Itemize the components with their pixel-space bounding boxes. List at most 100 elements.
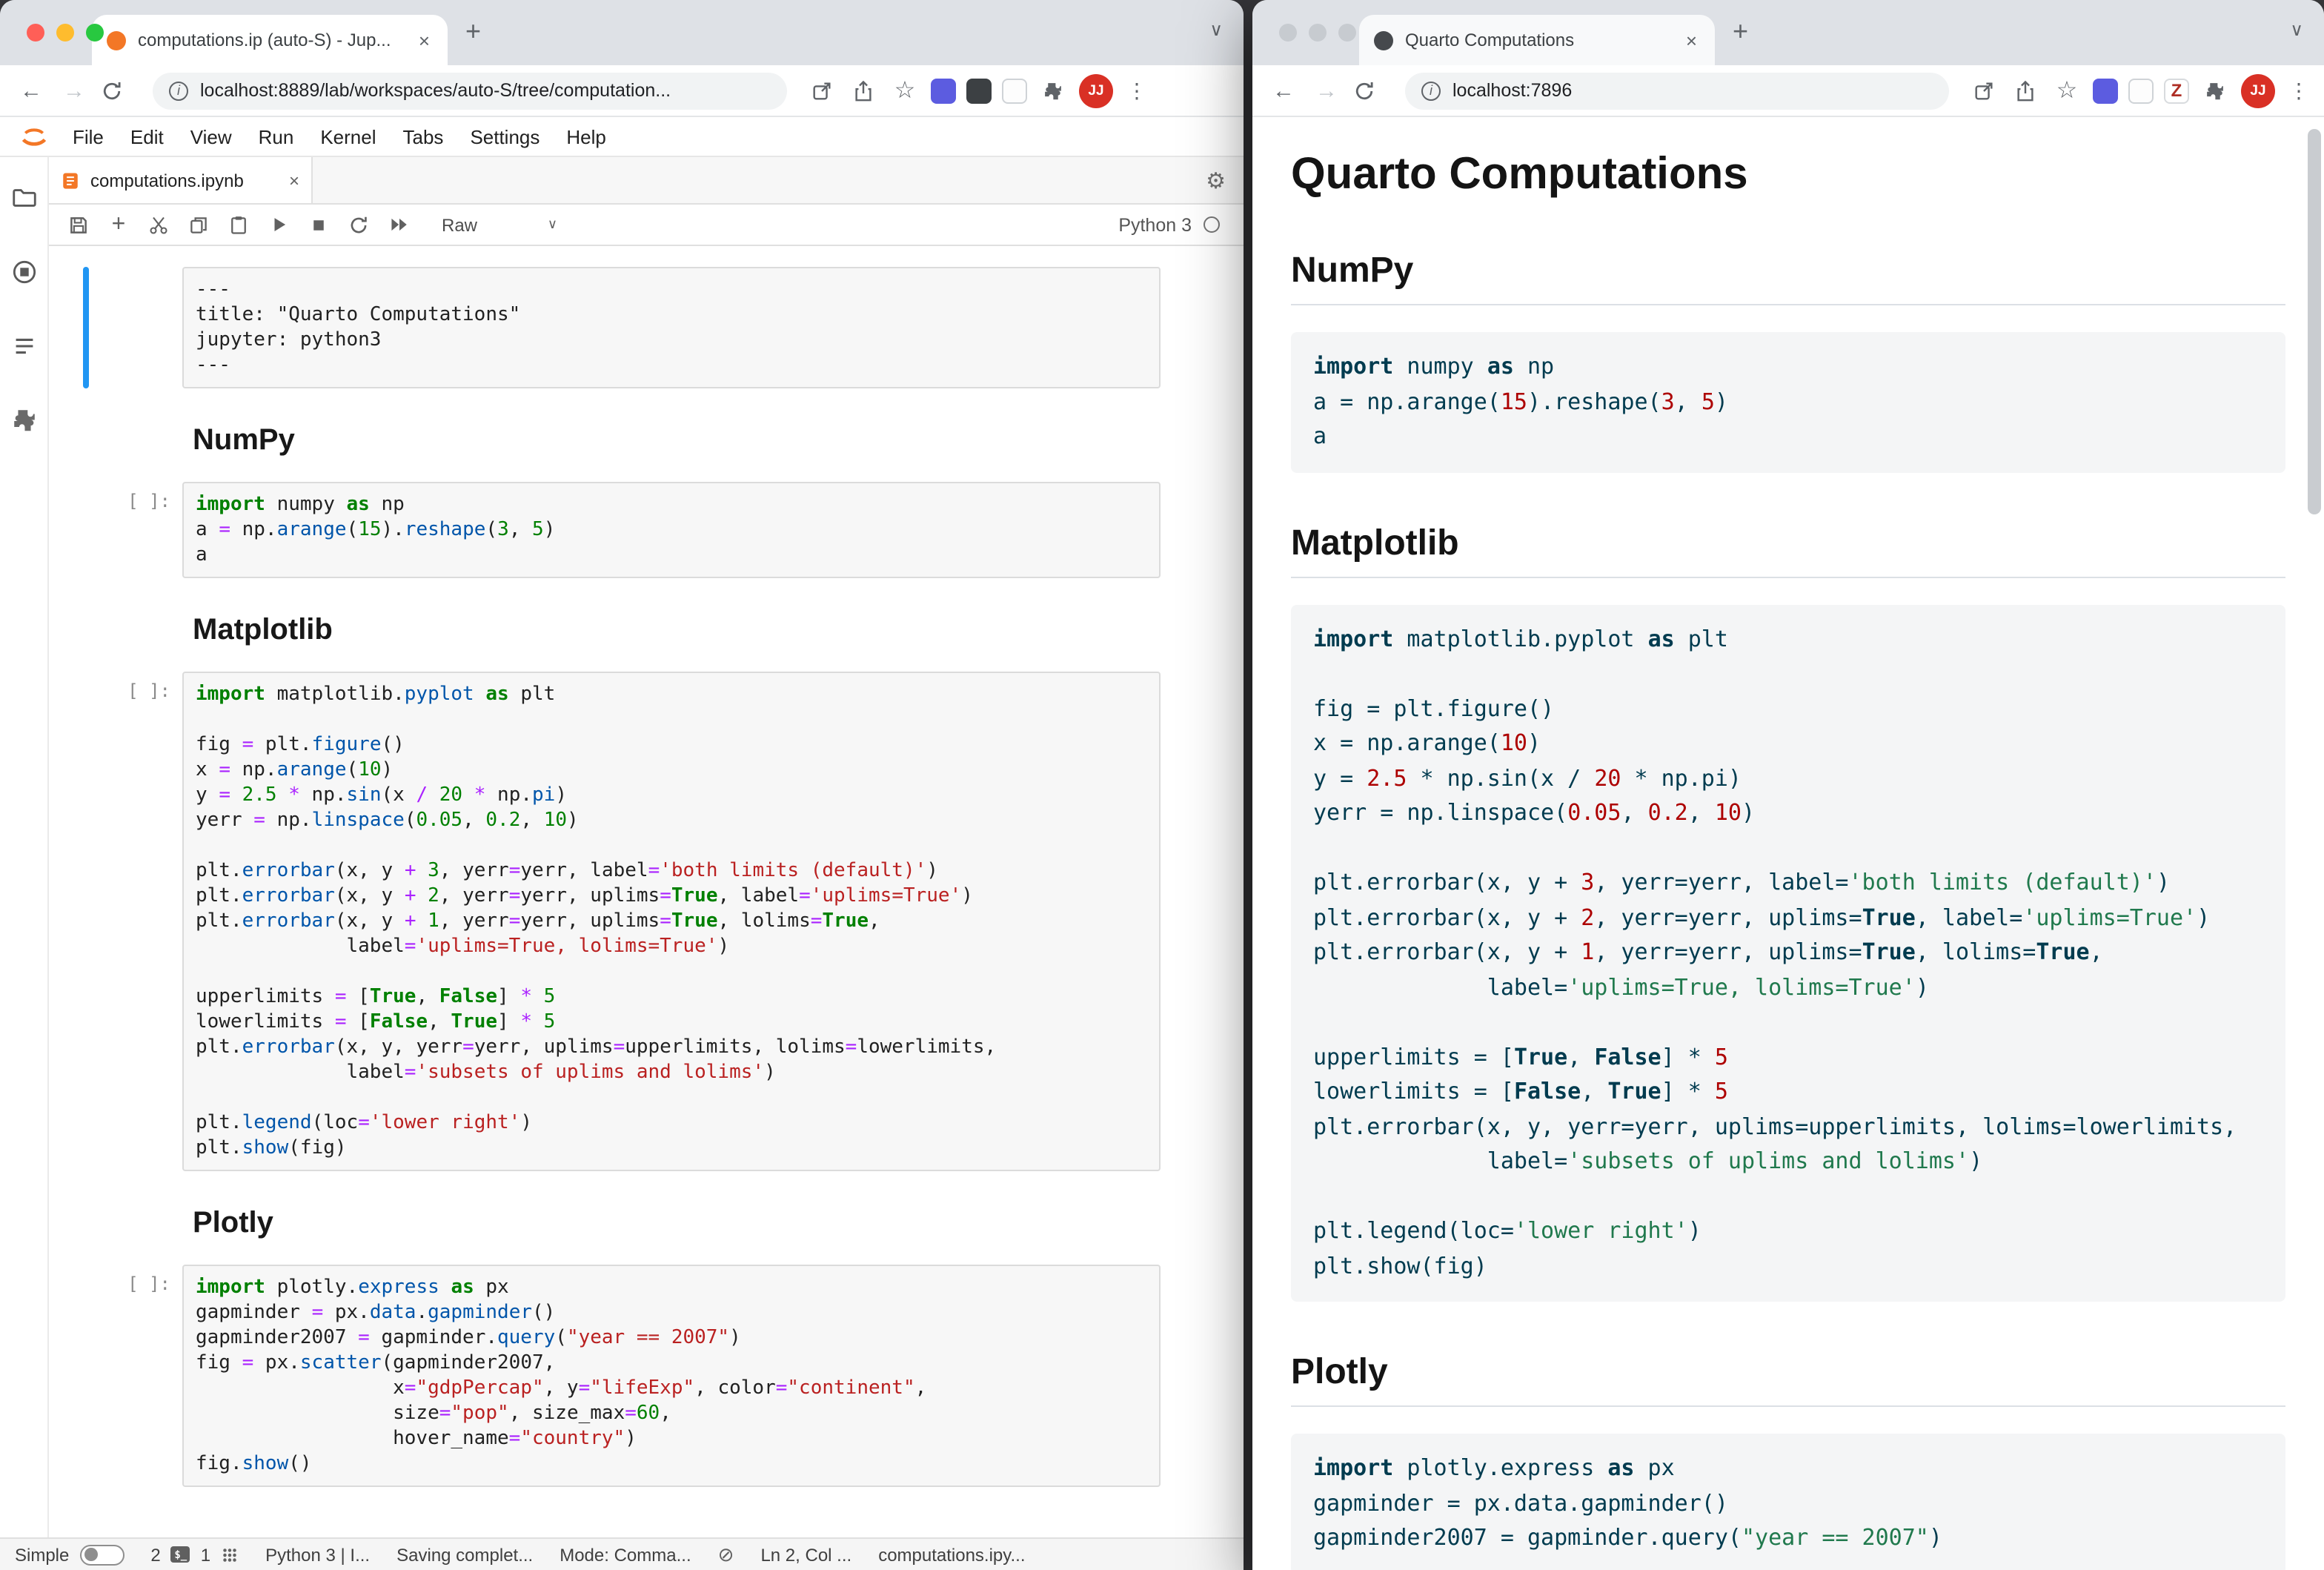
close-window-button[interactable] [1279,24,1297,42]
menu-item[interactable]: Edit [117,125,177,148]
zotero-extension-icon[interactable]: Z [2164,78,2189,103]
simple-mode-toggle[interactable] [79,1544,124,1565]
zoom-window-button[interactable] [1338,24,1356,42]
input-prompt: [ ]: [49,1273,170,1294]
address-bar[interactable]: i localhost:8889/lab/workspaces/auto-S/t… [153,72,787,109]
extensions-puzzle-icon[interactable] [2200,79,2231,102]
notebook-toolbar: + [49,205,1244,246]
notebook-tab[interactable]: computations.ipynb × [49,157,313,203]
file-browser-icon[interactable] [10,184,38,212]
restart-run-all-button[interactable] [387,213,411,236]
blue-extension-icon[interactable] [931,78,956,103]
bookmark-star-icon[interactable]: ☆ [889,76,920,105]
dark-extension-icon[interactable] [966,78,992,103]
jupyterlab-browser-window: computations.ip (auto-S) - Jup... × + ∨ … [0,0,1244,1570]
session-counts[interactable]: 2 $_ 1 [150,1544,239,1565]
copy-cell-button[interactable] [187,213,210,236]
cursor-position[interactable]: Ln 2, Col ... [760,1544,851,1565]
raw-cell-editor[interactable]: ---title: "Quarto Computations"jupyter: … [182,267,1161,388]
notifications-icon[interactable]: ⊘ [718,1543,734,1566]
browser-tab-jupyterlab[interactable]: computations.ip (auto-S) - Jup... × [92,15,448,65]
notes-extension-icon[interactable] [2128,78,2154,103]
scrollbar-thumb[interactable] [2308,129,2321,514]
menu-item[interactable]: File [59,125,117,148]
forward-button[interactable]: → [58,78,90,103]
code-block-plotly: import plotly.express as pxgapminder = p… [1291,1434,2285,1570]
kernel-status-text[interactable]: Python 3 | I... [265,1544,370,1565]
menu-item[interactable]: Run [245,125,308,148]
open-in-new-icon[interactable] [1968,79,1999,102]
code-cell-editor[interactable]: import plotly.express as pxgapminder = p… [182,1265,1161,1487]
property-inspector-gear-icon[interactable]: ⚙ [1206,167,1226,193]
blue-extension-icon[interactable] [2093,78,2118,103]
kernel-sessions-icon [221,1546,239,1563]
cell-type-dropdown[interactable]: Raw ∨ [442,214,557,235]
notebook-scroll-area[interactable]: ---title: "Quarto Computations"jupyter: … [49,246,1244,1537]
menu-item[interactable]: Tabs [390,125,457,148]
run-cell-button[interactable] [267,213,290,236]
mode-indicator[interactable]: Mode: Comma... [560,1544,691,1565]
profile-avatar[interactable]: JJ [2241,73,2275,107]
active-cell-indicator[interactable] [83,267,89,388]
save-button[interactable] [67,213,90,236]
tab-search-chevron-icon[interactable]: ∨ [1209,19,1223,40]
jupyterlab-status-bar: Simple 2 $_ 1 Python 3 | I... Saving com… [0,1537,1244,1570]
reload-button[interactable] [101,79,133,102]
kernel-status-icon [1204,216,1220,233]
share-icon[interactable] [848,79,879,102]
extension-manager-icon[interactable] [10,406,38,434]
menu-item[interactable]: View [177,125,245,148]
restart-kernel-button[interactable] [347,213,371,236]
code-cell-numpy: [ ]: import numpy as npa = np.arange(15)… [182,482,1161,578]
tab-close-icon[interactable]: × [1683,29,1700,51]
menu-item[interactable]: Settings [456,125,553,148]
back-button[interactable]: ← [15,78,47,103]
menu-item[interactable]: Help [553,125,620,148]
reload-button[interactable] [1353,79,1386,102]
address-bar[interactable]: i localhost:7896 [1405,72,1949,109]
kernels-count: 1 [201,1544,210,1565]
code-cell-editor[interactable]: import numpy as npa = np.arange(15).resh… [182,482,1161,578]
paste-cell-button[interactable] [227,213,250,236]
cut-cell-button[interactable] [147,213,170,236]
open-in-new-icon[interactable] [806,79,837,102]
site-info-icon[interactable]: i [1421,81,1441,100]
menu-bar-items: FileEditViewRunKernelTabsSettingsHelp [59,125,620,148]
tab-search-chevron-icon[interactable]: ∨ [2290,19,2303,40]
jupyterlab-body: computations.ipynb × ⚙ + [0,157,1244,1537]
zoom-window-button[interactable] [86,24,104,42]
tab-close-icon[interactable]: × [416,29,433,51]
new-tab-button[interactable]: + [1733,18,1748,47]
menu-item[interactable]: Kernel [307,125,389,148]
close-window-button[interactable] [27,24,44,42]
code-cell-editor[interactable]: import matplotlib.pyplot as plt fig = pl… [182,672,1161,1171]
cell-type-value: Raw [442,214,477,235]
quarto-favicon [1374,30,1393,50]
back-button[interactable]: ← [1267,78,1300,103]
extensions-puzzle-icon[interactable] [1038,79,1069,102]
kernel-indicator[interactable]: Python 3 [1118,214,1232,235]
quarto-preview-browser-window: Quarto Computations × + ∨ ← → i localhos… [1252,0,2324,1570]
section-heading-matplotlib: Matplotlib [1291,523,2285,577]
minimize-window-button[interactable] [1309,24,1327,42]
browser-menu-icon[interactable]: ⋮ [2288,78,2309,103]
code-cell-matplotlib: [ ]: import matplotlib.pyplot as plt fig… [182,672,1161,1171]
page-title: Quarto Computations [1291,150,2285,200]
share-icon[interactable] [2010,79,2041,102]
left-activity-sidebar [0,157,49,1537]
interrupt-kernel-button[interactable] [307,213,331,236]
bookmark-star-icon[interactable]: ☆ [2051,76,2082,105]
running-kernels-icon[interactable] [10,258,38,286]
browser-menu-icon[interactable]: ⋮ [1126,78,1147,103]
new-tab-button[interactable]: + [465,18,481,47]
forward-button[interactable]: → [1310,78,1343,103]
filename-status: computations.ipy... [878,1544,1025,1565]
browser-tab-quarto[interactable]: Quarto Computations × [1359,15,1715,65]
add-cell-button[interactable]: + [107,213,130,236]
notes-extension-icon[interactable] [1002,78,1027,103]
table-of-contents-icon[interactable] [10,332,38,360]
profile-avatar[interactable]: JJ [1079,73,1113,107]
notebook-tab-close-icon[interactable]: × [289,170,299,191]
site-info-icon[interactable]: i [169,81,188,100]
minimize-window-button[interactable] [56,24,74,42]
